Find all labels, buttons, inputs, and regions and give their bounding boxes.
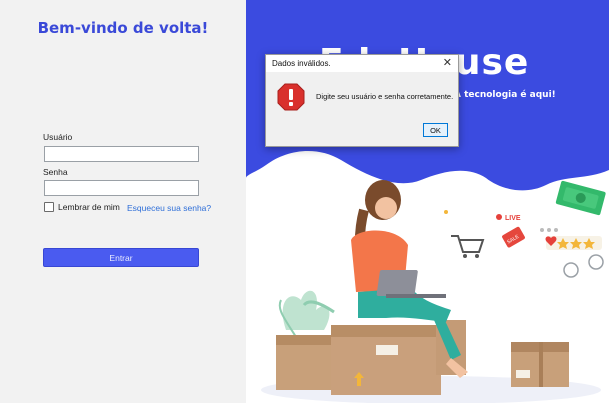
remember-me[interactable]: Lembrar de mim [44,202,120,212]
close-icon[interactable]: ✕ [443,58,452,69]
password-label: Senha [43,167,68,177]
login-button[interactable]: Entrar [43,248,199,267]
remember-checkbox[interactable] [44,202,54,212]
dialog-titlebar[interactable]: Dados inválidos. ✕ [266,55,458,72]
remember-label: Lembrar de mim [58,202,120,212]
username-label: Usuário [43,132,73,142]
dialog-message: Digite seu usuário e senha corretamente. [316,92,454,101]
ok-button[interactable]: OK [423,123,448,137]
login-panel: Bem-vindo de volta! Usuário Senha Lembra… [0,0,246,403]
dialog-title: Dados inválidos. [272,59,331,68]
brand-subtitle: A tecnologia é aqui! [454,90,556,100]
error-dialog: Dados inválidos. ✕ Digite seu usuário e … [265,54,459,147]
welcome-heading: Bem-vindo de volta! [37,19,209,37]
forgot-password-link[interactable]: Esqueceu sua senha? [127,203,211,213]
live-tag: LIVE [505,215,521,222]
username-input[interactable] [44,146,199,162]
password-input[interactable] [44,180,199,196]
error-icon [277,83,305,111]
